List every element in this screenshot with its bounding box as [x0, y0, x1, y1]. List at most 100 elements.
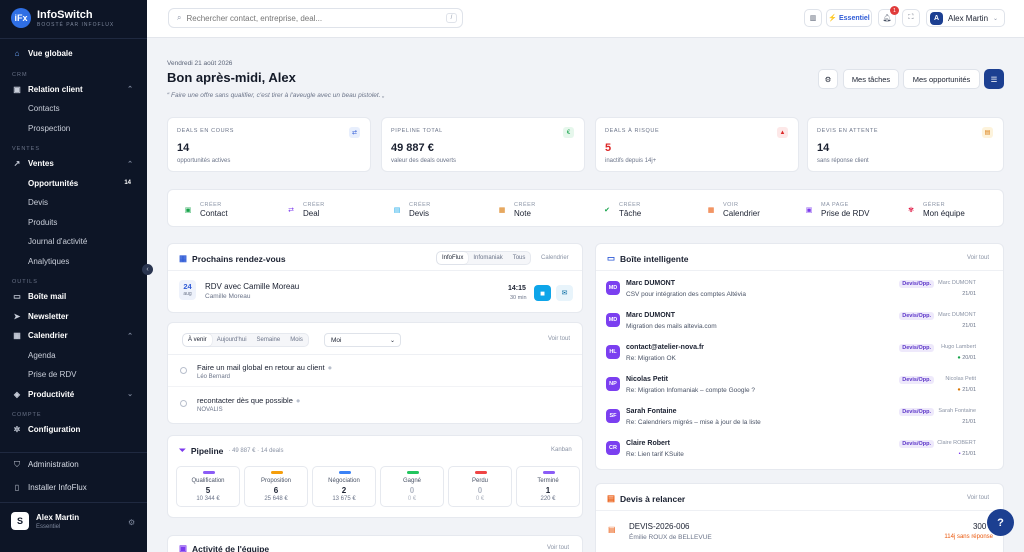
- pipeline-stage[interactable]: Terminé 1 220 €: [516, 466, 580, 507]
- stat-card-risk[interactable]: DEALS À RISQUE 5 inactifs depuis 14j+ ▲: [595, 117, 799, 172]
- assignee-select[interactable]: Moi ⌄: [324, 333, 401, 347]
- sidebar-item-analytiques[interactable]: Analytiques: [0, 252, 147, 272]
- quote-delay: 114j sans réponse: [944, 534, 993, 540]
- sidebar-divider: [0, 502, 147, 503]
- pipeline-stage[interactable]: Perdu 0 0 €: [448, 466, 512, 507]
- search-input[interactable]: [186, 13, 437, 23]
- email-button[interactable]: ✉: [556, 285, 573, 301]
- stat-sub: opportunités actives: [177, 158, 231, 164]
- meeting-title[interactable]: RDV avec Camille Moreau: [205, 282, 299, 291]
- kanban-link[interactable]: Kanban: [551, 447, 572, 453]
- see-all-inbox-link[interactable]: Voir tout: [967, 255, 989, 261]
- quick-action-equipe[interactable]: ✾ GÉRER Mon équipe: [906, 202, 965, 218]
- sidebar-item-produits[interactable]: Produits: [0, 213, 147, 233]
- quick-action-label: Deal: [303, 209, 320, 218]
- list-view-button[interactable]: ☰: [984, 69, 1004, 89]
- sidebar-user[interactable]: S Alex Martin Essentiel: [11, 512, 79, 530]
- inbox-item[interactable]: NP Nicolas Petit Re: Migration Infomaniak …: [606, 373, 976, 403]
- sidebar-item-configuration[interactable]: ✲ Configuration: [0, 420, 147, 440]
- sidebar-item-boite-mail[interactable]: ▭ Boîte mail: [0, 287, 147, 307]
- settings-button[interactable]: ⚙: [818, 69, 838, 89]
- task-title[interactable]: Faire un mail global en retour au client…: [197, 363, 332, 372]
- sidebar-item-label: Productivité: [28, 389, 75, 399]
- inbox-item[interactable]: MD Marc DUMONT CSV pour intégration des co…: [606, 277, 976, 307]
- task-checkbox[interactable]: [180, 367, 187, 374]
- quote-ref[interactable]: DEVIS-2026-006: [629, 522, 689, 531]
- tab-infoflux[interactable]: InfoFlux: [437, 252, 469, 264]
- app-logo[interactable]: iFx InfoSwitch BOOSTÉ PAR INFOFLUX: [11, 8, 114, 28]
- sidebar-item-installer[interactable]: ▯ Installer InfoFlux: [0, 478, 147, 498]
- my-opportunities-button[interactable]: Mes opportunités: [903, 69, 980, 89]
- pipeline-stage[interactable]: Proposition 6 25 648 €: [244, 466, 308, 507]
- sidebar-item-prospection[interactable]: Prospection: [0, 119, 147, 139]
- sidebar-item-devis[interactable]: Devis: [0, 193, 147, 213]
- see-all-quotes-link[interactable]: Voir tout: [967, 495, 989, 501]
- pipeline-stage[interactable]: Gagné 0 0 €: [380, 466, 444, 507]
- inbox-item[interactable]: MD Marc DUMONT Migration des mails altevia…: [606, 309, 976, 339]
- sidebar-item-ventes[interactable]: ↗ Ventes ⌃: [0, 154, 147, 174]
- inbox-item[interactable]: HL contact@atelier-nova.fr Re: Migration O…: [606, 341, 976, 371]
- stage-color-bar: [407, 471, 419, 474]
- quick-action-calendrier[interactable]: ▦ VOIR Calendrier: [706, 202, 760, 218]
- quick-action-deal[interactable]: ⇄ CRÉER Deal: [286, 202, 325, 218]
- sidebar-item-newsletter[interactable]: ➤ Newsletter: [0, 307, 147, 327]
- inbox-tag: Devis/Opp.: [899, 280, 934, 288]
- notifications-button[interactable]: 🔔︎ 1: [878, 6, 899, 27]
- user-menu[interactable]: A Alex Martin ⌄: [926, 9, 1005, 27]
- task-checkbox[interactable]: [180, 400, 187, 407]
- bell-icon: 🔔︎: [882, 15, 892, 22]
- inbox-from: Claire Robert: [626, 440, 670, 447]
- task-period-tabs: À venir Aujourd'hui Semaine Mois: [182, 333, 309, 347]
- sidebar-item-contacts[interactable]: Contacts: [0, 99, 147, 119]
- inbox-item[interactable]: CR Claire Robert Re: Lien tarif KSuite Devi…: [606, 437, 976, 467]
- pipeline-stage[interactable]: Qualification 5 10 344 €: [176, 466, 240, 507]
- sidebar-item-calendrier[interactable]: ▦ Calendrier ⌃: [0, 326, 147, 346]
- my-tasks-button[interactable]: Mes tâches: [843, 69, 899, 89]
- sidebar-item-administration[interactable]: ⛉ Administration: [0, 455, 147, 475]
- section-label-crm: CRM: [12, 71, 28, 78]
- tab-semaine[interactable]: Semaine: [252, 334, 286, 346]
- calendar-link[interactable]: Calendrier: [541, 255, 569, 261]
- help-button[interactable]: ?: [987, 509, 1014, 536]
- sidebar-item-relation-client[interactable]: ▣ Relation client ⌃: [0, 80, 147, 100]
- map-button[interactable]: ▥: [804, 9, 822, 27]
- tab-infomaniak[interactable]: Infomaniak: [468, 252, 507, 264]
- sidebar-item-productivite[interactable]: ◈ Productivité ⌄: [0, 385, 147, 405]
- sidebar-item-journal[interactable]: Journal d'activité: [0, 232, 147, 252]
- tab-tous[interactable]: Tous: [508, 252, 531, 264]
- stat-sub: sans réponse client: [817, 158, 869, 164]
- quick-action-kind: GÉRER: [923, 202, 946, 208]
- sidebar-item-agenda[interactable]: Agenda: [0, 346, 147, 366]
- see-all-tasks-link[interactable]: Voir tout: [548, 336, 570, 342]
- sidebar-item-overview[interactable]: ⌂ Vue globale: [0, 44, 147, 64]
- sidebar-collapse-button[interactable]: ‹: [142, 264, 153, 275]
- stage-name: Perdu: [471, 478, 488, 484]
- app-tagline: BOOSTÉ PAR INFOFLUX: [37, 21, 115, 28]
- tab-a-venir[interactable]: À venir: [183, 334, 212, 346]
- fullscreen-button[interactable]: ⛶: [902, 9, 920, 27]
- document-icon: ▤: [607, 493, 616, 503]
- stat-card-pipeline[interactable]: PIPELINE TOTAL 49 887 € valeur des deals…: [381, 117, 585, 172]
- sidebar-item-opportunites[interactable]: Opportunités 14: [0, 174, 147, 194]
- stage-color-bar: [271, 471, 283, 474]
- task-title[interactable]: recontacter dès que possible ●: [197, 396, 300, 405]
- quick-action-devis[interactable]: ▤ CRÉER Devis: [392, 202, 431, 218]
- see-all-team-link[interactable]: Voir tout: [547, 545, 569, 551]
- sidebar-item-prise-rdv[interactable]: Prise de RDV: [0, 365, 147, 385]
- euro-icon: €: [563, 127, 574, 138]
- quick-action-tache[interactable]: ✔ CRÉER Tâche: [602, 202, 641, 218]
- stat-card-quotes[interactable]: DEVIS EN ATTENTE 14 sans réponse client …: [807, 117, 1004, 172]
- pipeline-stage[interactable]: Négociation 2 13 675 €: [312, 466, 376, 507]
- inbox-item[interactable]: SF Sarah Fontaine Re: Calendriers migrés –…: [606, 405, 976, 435]
- quick-action-contact[interactable]: ▣ CRÉER Contact: [183, 202, 228, 218]
- quick-action-prise-rdv[interactable]: ▣ MA PAGE Prise de RDV: [804, 202, 870, 218]
- settings-gear-icon[interactable]: ⚙: [128, 518, 135, 527]
- quotes-followup-card: ▤ Devis à relancer Voir tout ▤ DEVIS-2026…: [595, 483, 1004, 552]
- tab-aujourdhui[interactable]: Aujourd'hui: [212, 334, 252, 346]
- join-video-button[interactable]: ■: [534, 285, 551, 301]
- plan-badge-button[interactable]: ⚡ Essentiel: [826, 9, 872, 27]
- quick-action-note[interactable]: ▦ CRÉER Note: [497, 202, 536, 218]
- stat-card-deals[interactable]: DEALS EN COURS 14 opportunités actives ⇄: [167, 117, 371, 172]
- search-box[interactable]: ⌕ /: [168, 8, 463, 28]
- tab-mois[interactable]: Mois: [285, 334, 308, 346]
